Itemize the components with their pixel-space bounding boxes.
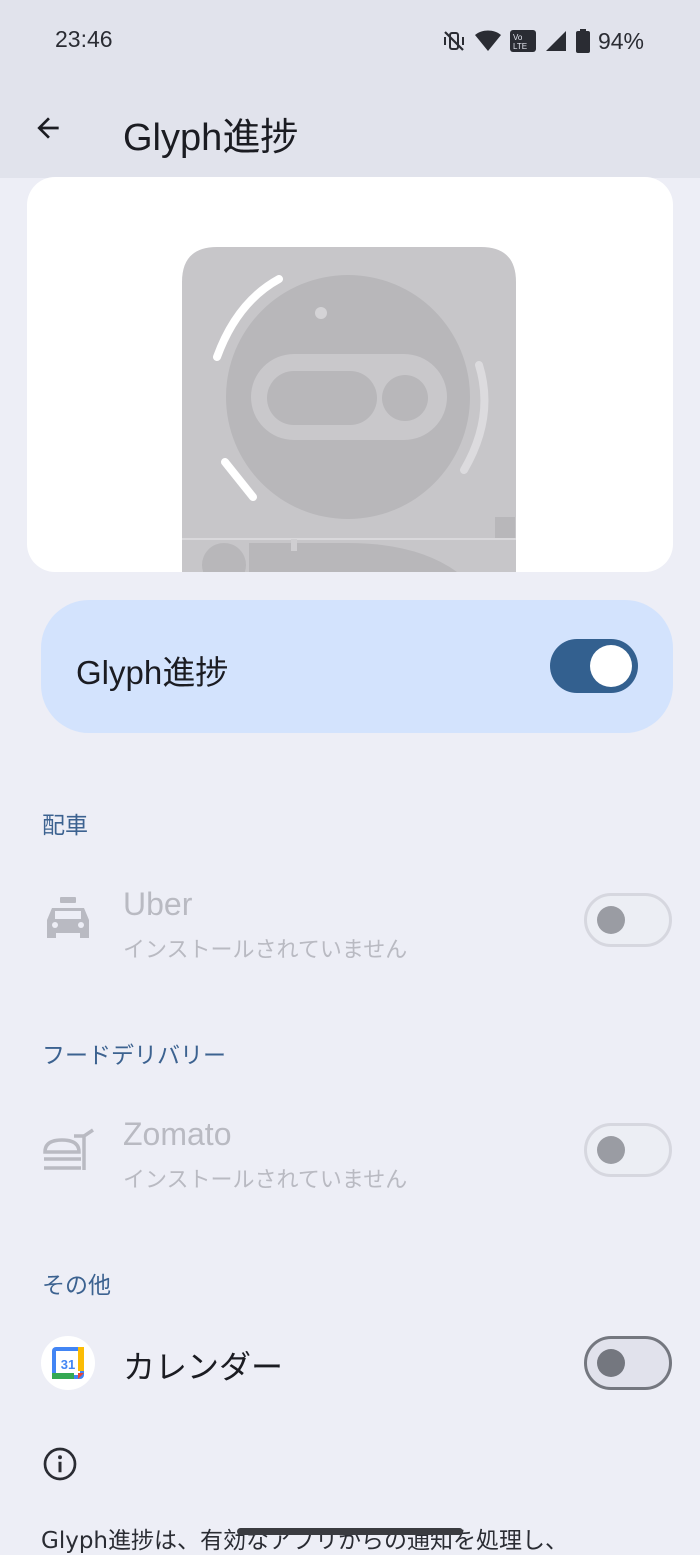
zomato-switch[interactable] (584, 1123, 672, 1177)
status-time: 23:46 (55, 26, 113, 52)
app-row-uber[interactable]: Uber インストールされていません (0, 870, 700, 970)
app-row-zomato[interactable]: Zomato インストールされていません (0, 1100, 700, 1200)
arrow-back-icon (37, 117, 59, 139)
section-header-other: その他 (42, 1273, 111, 1299)
signal-icon (545, 31, 566, 51)
app-row-calendar[interactable]: 31 カレンダー (0, 1322, 700, 1406)
gesture-handle[interactable] (237, 1528, 463, 1535)
app-subtitle: インストールされていません (123, 938, 408, 963)
info-icon (43, 1447, 77, 1481)
volte-icon: Vo LTE (509, 30, 536, 52)
battery-percent: 94% (597, 27, 644, 54)
battery-icon (575, 29, 590, 53)
calendar-app-icon: 31 (41, 1336, 95, 1390)
switch-thumb (597, 1349, 625, 1377)
page-title: Glyph進捗 (123, 117, 299, 159)
app-title: Uber (123, 886, 193, 922)
car-icon (47, 897, 89, 938)
section-header-ride-hailing: 配車 (42, 813, 88, 839)
wifi-icon (474, 30, 501, 51)
app-title: カレンダー (123, 1349, 284, 1385)
master-switch[interactable] (550, 639, 638, 693)
back-button[interactable] (24, 104, 72, 152)
switch-thumb (597, 906, 625, 934)
glyph-progress-master-toggle[interactable]: Glyph進捗 (41, 600, 673, 733)
phone-back-illustration (182, 247, 516, 572)
app-subtitle: インストールされていません (123, 1168, 408, 1193)
uber-switch[interactable] (584, 893, 672, 947)
status-icons: Vo LTE 94% (442, 26, 644, 56)
app-title: Zomato (123, 1116, 232, 1152)
master-toggle-label: Glyph進捗 (76, 654, 229, 691)
svg-text:31: 31 (61, 1357, 75, 1372)
svg-text:LTE: LTE (513, 42, 527, 51)
mute-vibrate-icon (443, 31, 464, 51)
food-delivery-icon (43, 1128, 94, 1170)
app-bar: Glyph進捗 (0, 84, 700, 178)
svg-text:Vo: Vo (513, 33, 523, 42)
switch-thumb (590, 645, 632, 687)
calendar-glyph: 31 (52, 1347, 84, 1379)
switch-thumb (597, 1136, 625, 1164)
status-bar: 23:46 Vo LTE 94% (0, 0, 700, 84)
glyph-preview-card (27, 177, 673, 572)
section-header-food-delivery: フードデリバリー (42, 1043, 226, 1069)
calendar-switch[interactable] (584, 1336, 672, 1390)
